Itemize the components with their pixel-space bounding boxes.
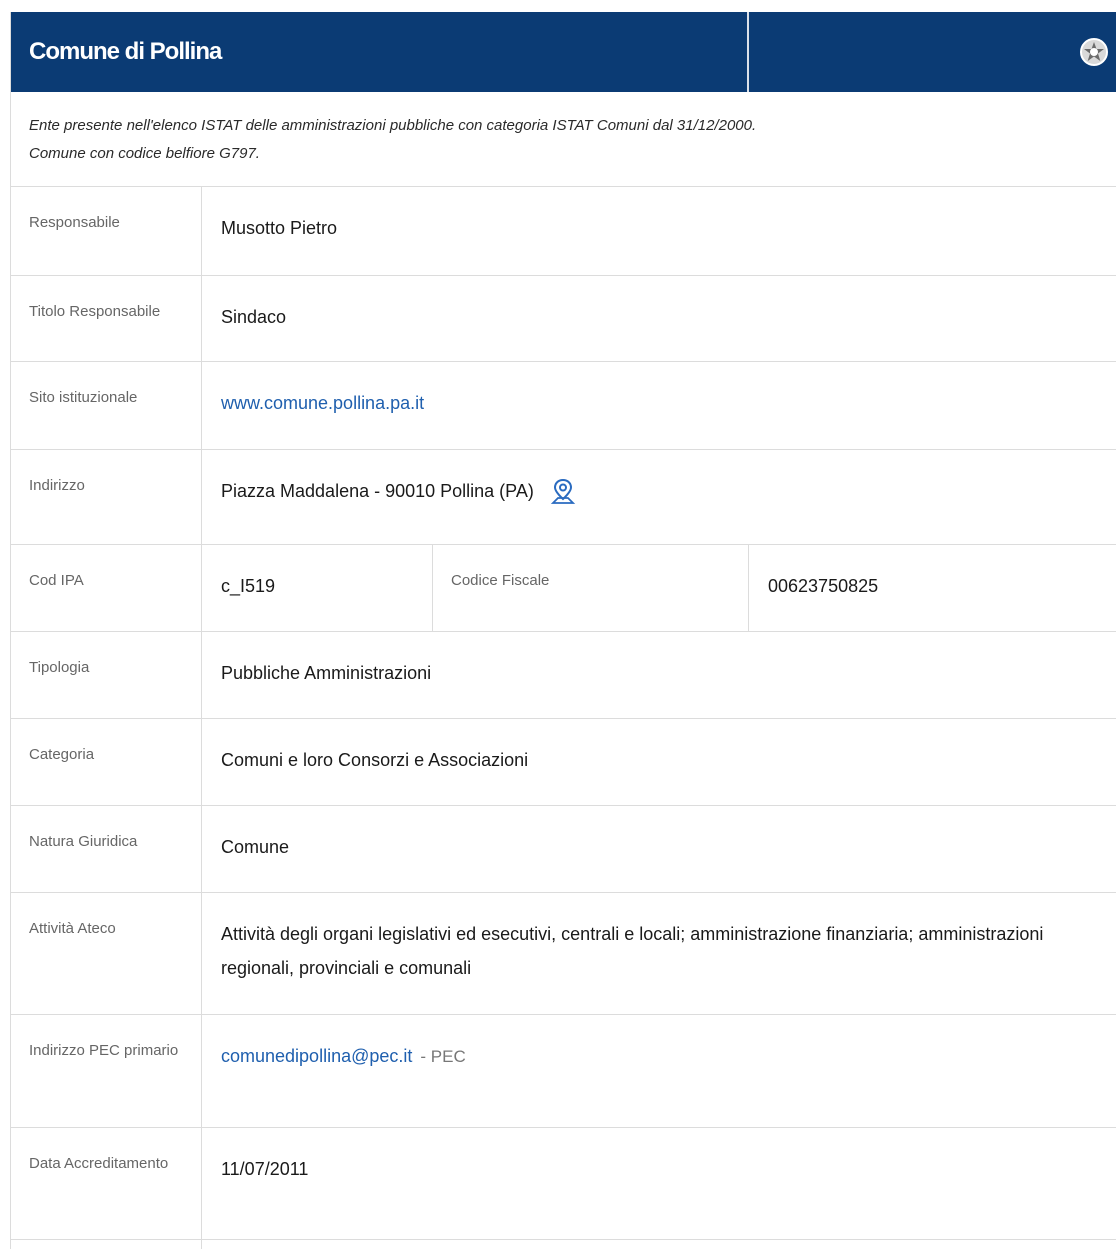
value-pec-container: comunedipollina@pec.it - PEC [202, 1015, 1116, 1127]
row-categoria: Categoria Comuni e loro Consorzi e Assoc… [11, 719, 1116, 806]
label-categoria: Categoria [11, 719, 202, 805]
value-natura-giuridica: Comune [221, 837, 290, 857]
row-ateco: Attività Ateco Attività degli organi leg… [11, 893, 1116, 1015]
label-next [11, 1240, 202, 1249]
label-codice-fiscale: Codice Fiscale [433, 545, 749, 631]
row-natura-giuridica: Natura Giuridica Comune [11, 806, 1116, 893]
header-divider [747, 12, 749, 92]
pec-link[interactable]: comunedipollina@pec.it [221, 1046, 412, 1066]
value-codipa: c_I519 [202, 545, 433, 631]
pec-suffix: - PEC [420, 1047, 466, 1066]
value-indirizzo-container: Piazza Maddalena - 90010 Pollina (PA) [202, 450, 1116, 544]
value-sito: www.comune.pollina.pa.it [202, 362, 1116, 449]
label-titolo-responsabile: Titolo Responsabile [11, 276, 202, 361]
label-sito: Sito istituzionale [11, 362, 202, 449]
value-accreditamento: 11/07/2011 [221, 1159, 309, 1179]
label-responsabile: Responsabile [11, 187, 202, 275]
emblem-icon [1080, 38, 1108, 66]
map-pin-icon[interactable] [549, 477, 577, 507]
value-categoria: Comuni e loro Consorzi e Associazioni [221, 750, 529, 770]
row-sito: Sito istituzionale www.comune.pollina.pa… [11, 362, 1116, 450]
row-accreditamento: Data Accreditamento 11/07/2011 [11, 1128, 1116, 1240]
row-titolo-responsabile: Titolo Responsabile Sindaco [11, 276, 1116, 362]
row-tipologia: Tipologia Pubbliche Amministrazioni [11, 632, 1116, 719]
label-accreditamento: Data Accreditamento [11, 1128, 202, 1239]
intro-line-istat: Ente presente nell'elenco ISTAT delle am… [29, 117, 757, 134]
label-ateco: Attività Ateco [11, 893, 202, 1014]
row-responsabile: Responsabile Musotto Pietro [11, 187, 1116, 276]
value-ateco: Attività degli organi legislativi ed ese… [221, 924, 1044, 978]
label-indirizzo: Indirizzo [11, 450, 202, 544]
label-tipologia: Tipologia [11, 632, 202, 718]
label-natura-giuridica: Natura Giuridica [11, 806, 202, 892]
entity-title: Comune di Pollina [29, 38, 222, 65]
card-header: Comune di Pollina [11, 12, 1116, 92]
entity-card: Comune di Pollina Ente presente nell'ele… [10, 12, 1116, 1249]
value-titolo-responsabile: Sindaco [221, 307, 287, 327]
label-codipa: Cod IPA [11, 545, 202, 631]
value-tipologia: Pubbliche Amministrazioni [221, 663, 432, 683]
row-pec: Indirizzo PEC primario comunedipollina@p… [11, 1015, 1116, 1128]
value-codice-fiscale: 00623750825 [768, 576, 879, 596]
row-indirizzo: Indirizzo Piazza Maddalena - 90010 Polli… [11, 450, 1116, 545]
row-codipa: Cod IPA c_I519 Codice Fiscale 0062375082… [11, 545, 1116, 632]
sito-link[interactable]: www.comune.pollina.pa.it [221, 393, 424, 413]
label-pec: Indirizzo PEC primario [11, 1015, 202, 1127]
value-indirizzo: Piazza Maddalena - 90010 Pollina (PA) [221, 481, 534, 501]
value-responsabile: Musotto Pietro [221, 218, 338, 238]
row-next [11, 1240, 1116, 1249]
intro-line-belfiore: Comune con codice belfiore G797. [29, 145, 260, 162]
value-next [202, 1240, 1116, 1249]
intro-text: Ente presente nell'elenco ISTAT delle am… [11, 92, 1116, 187]
